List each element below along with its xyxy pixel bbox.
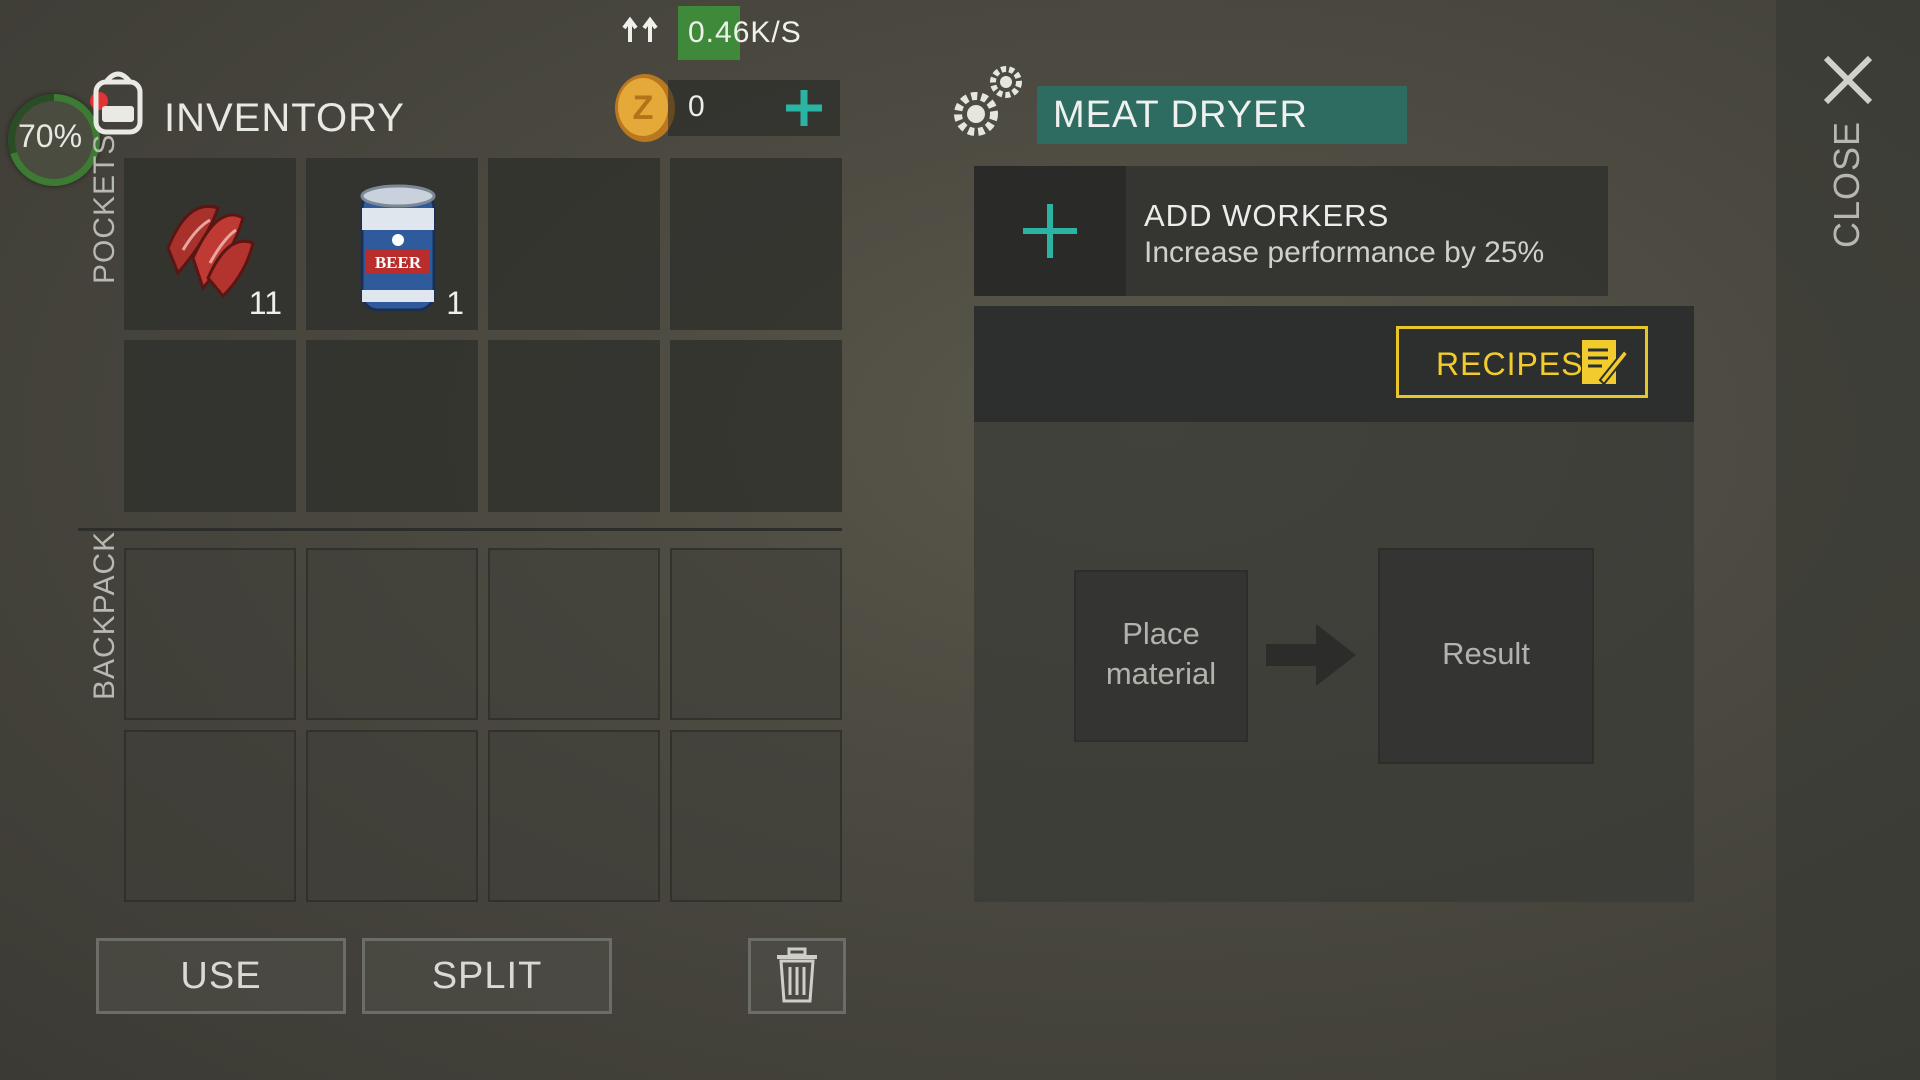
add-coins-plus-icon[interactable] [782, 86, 826, 130]
result-label: Result [1442, 636, 1530, 671]
material-slot-label: Place material [1105, 616, 1217, 691]
pocket-slot[interactable] [488, 158, 660, 330]
use-button[interactable]: USE [96, 938, 346, 1014]
sync-arrows-icon [622, 16, 658, 42]
backpack-grid [124, 548, 842, 902]
pocket-slot[interactable]: BEER 1 [306, 158, 478, 330]
backpack-slot[interactable] [124, 548, 296, 720]
backpack-slot[interactable] [670, 730, 842, 902]
backpack-label: BACKPACK [88, 530, 121, 700]
network-rate: 0.46K/S [678, 6, 816, 60]
add-workers-description: Increase performance by 25% [1144, 236, 1545, 269]
pockets-grid: 11 BEER 1 [124, 158, 842, 512]
section-divider [78, 528, 842, 531]
beer-can-icon: BEER [360, 184, 436, 312]
coin-count: 0 [688, 90, 705, 123]
split-button[interactable]: SPLIT [362, 938, 612, 1014]
close-label[interactable]: CLOSE [1826, 121, 1868, 248]
status-percent: 70% [18, 118, 83, 154]
pocket-slot[interactable] [670, 340, 842, 512]
pocket-slot[interactable]: 11 [124, 158, 296, 330]
station-title: MEAT DRYER [1037, 86, 1407, 144]
item-count: 1 [446, 285, 464, 321]
backpack-slot[interactable] [306, 730, 478, 902]
svg-text:BEER: BEER [375, 253, 422, 272]
backpack-slot[interactable] [306, 548, 478, 720]
pocket-slot[interactable] [306, 340, 478, 512]
add-workers-button[interactable] [974, 166, 1126, 296]
pockets-label: POCKETS [88, 133, 121, 284]
pocket-slot[interactable] [124, 340, 296, 512]
recipes-label: RECIPES [1436, 346, 1584, 382]
gear-icon [954, 66, 1022, 136]
backpack-slot[interactable] [488, 730, 660, 902]
item-count: 11 [248, 285, 282, 321]
backpack-slot[interactable] [488, 548, 660, 720]
backpack-slot[interactable] [124, 730, 296, 902]
backpack-icon [93, 71, 143, 135]
arrow-right-icon [1266, 624, 1356, 686]
recipe-book-icon [1582, 340, 1630, 386]
pocket-slot[interactable] [670, 158, 842, 330]
plus-icon [1023, 204, 1077, 258]
close-icon[interactable] [1822, 54, 1874, 106]
svg-text:Z: Z [633, 89, 654, 127]
add-workers-title: ADD WORKERS [1144, 198, 1390, 233]
trash-icon [777, 947, 817, 1003]
trash-button[interactable] [748, 938, 846, 1014]
inventory-title: INVENTORY [164, 96, 405, 140]
pocket-slot[interactable] [488, 340, 660, 512]
backpack-slot[interactable] [670, 548, 842, 720]
